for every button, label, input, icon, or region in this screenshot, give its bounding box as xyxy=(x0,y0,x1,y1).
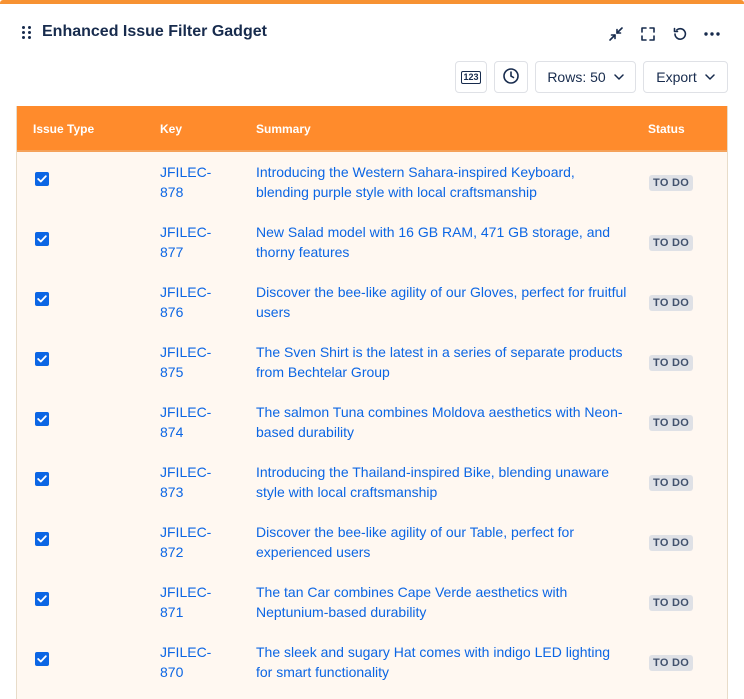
issue-key-link[interactable]: JFILEC-877 xyxy=(160,222,230,262)
chevron-down-icon xyxy=(704,74,715,80)
status-badge: TO DO xyxy=(649,655,694,671)
issue-key-link[interactable]: JFILEC-875 xyxy=(160,342,230,382)
issue-key-link[interactable]: JFILEC-874 xyxy=(160,402,230,442)
column-header-summary[interactable]: Summary xyxy=(256,122,311,136)
table-row: JFILEC-872 Discover the bee-like agility … xyxy=(17,512,727,572)
issue-type-checkbox-icon[interactable] xyxy=(35,472,49,486)
column-header-status[interactable]: Status xyxy=(648,122,685,136)
status-badge: TO DO xyxy=(649,475,694,491)
export-dropdown[interactable]: Export xyxy=(643,61,728,93)
issue-summary-link[interactable]: The sleek and sugary Hat comes with indi… xyxy=(256,642,628,682)
issue-summary-link[interactable]: The tan Car combines Cape Verde aestheti… xyxy=(256,582,628,622)
issue-key-link[interactable]: JFILEC-873 xyxy=(160,462,230,502)
issue-key-link[interactable]: JFILEC-870 xyxy=(160,642,230,682)
issue-summary-link[interactable]: Introducing the Western Sahara-inspired … xyxy=(256,162,628,202)
expand-fullscreen-icon[interactable] xyxy=(636,22,660,46)
table-row: JFILEC-877 New Salad model with 16 GB RAM… xyxy=(17,212,727,272)
collapse-icon[interactable] xyxy=(604,22,628,46)
issue-type-checkbox-icon[interactable] xyxy=(35,352,49,366)
issue-type-checkbox-icon[interactable] xyxy=(35,232,49,246)
issue-type-checkbox-icon[interactable] xyxy=(35,172,49,186)
issue-type-checkbox-icon[interactable] xyxy=(35,292,49,306)
history-button[interactable] xyxy=(494,61,528,93)
status-badge: TO DO xyxy=(649,175,694,191)
issue-key-link[interactable]: JFILEC-872 xyxy=(160,522,230,562)
status-badge: TO DO xyxy=(649,535,694,551)
table-row: JFILEC-875 The Sven Shirt is the latest i… xyxy=(17,332,727,392)
column-header-key[interactable]: Key xyxy=(160,122,182,136)
table-row: JFILEC-870 The sleek and sugary Hat comes… xyxy=(17,632,727,692)
rows-per-page-dropdown[interactable]: Rows: 50 xyxy=(535,61,636,93)
table-row: JFILEC-874 The salmon Tuna combines Moldo… xyxy=(17,392,727,452)
rows-per-page-label: Rows: 50 xyxy=(547,69,606,85)
issue-key-link[interactable]: JFILEC-876 xyxy=(160,282,230,322)
number-format-button[interactable]: 123 xyxy=(455,61,487,93)
issue-type-checkbox-icon[interactable] xyxy=(35,652,49,666)
issue-summary-link[interactable]: Discover the bee-like agility of our Tab… xyxy=(256,522,628,562)
gadget-title: Enhanced Issue Filter Gadget xyxy=(42,23,267,40)
status-badge: TO DO xyxy=(649,415,694,431)
issue-summary-link[interactable]: The Sven Shirt is the latest in a series… xyxy=(256,342,628,382)
table-row: JFILEC-876 Discover the bee-like agility … xyxy=(17,272,727,332)
issue-type-checkbox-icon[interactable] xyxy=(35,532,49,546)
clock-icon xyxy=(502,67,520,88)
more-options-icon[interactable] xyxy=(700,22,724,46)
table-header: Issue Type Key Summary Status xyxy=(17,106,727,152)
issue-key-link[interactable]: JFILEC-878 xyxy=(160,162,230,202)
issue-type-checkbox-icon[interactable] xyxy=(35,592,49,606)
status-badge: TO DO xyxy=(649,235,694,251)
refresh-icon[interactable] xyxy=(668,22,692,46)
issue-type-checkbox-icon[interactable] xyxy=(35,412,49,426)
issue-summary-link[interactable]: New Salad model with 16 GB RAM, 471 GB s… xyxy=(256,222,628,262)
status-badge: TO DO xyxy=(649,355,694,371)
issue-key-link[interactable]: JFILEC-871 xyxy=(160,582,230,622)
column-header-issue-type[interactable]: Issue Type xyxy=(33,122,94,136)
number-format-icon: 123 xyxy=(461,70,481,84)
table-row: JFILEC-878 Introducing the Western Sahara… xyxy=(17,152,727,212)
gadget-header: Enhanced Issue Filter Gadget xyxy=(0,4,744,62)
drag-handle-icon[interactable] xyxy=(22,26,32,40)
status-badge: TO DO xyxy=(649,595,694,611)
export-label: Export xyxy=(656,69,697,85)
table-row: JFILEC-873 Introducing the Thailand-inspi… xyxy=(17,452,727,512)
issue-summary-link[interactable]: The salmon Tuna combines Moldova aesthet… xyxy=(256,402,628,442)
status-badge: TO DO xyxy=(649,295,694,311)
table-row: JFILEC-871 The tan Car combines Cape Verd… xyxy=(17,572,727,632)
chevron-down-icon xyxy=(613,74,624,80)
issue-summary-link[interactable]: Introducing the Thailand-inspired Bike, … xyxy=(256,462,628,502)
issue-summary-link[interactable]: Discover the bee-like agility of our Glo… xyxy=(256,282,628,322)
issues-table: Issue Type Key Summary Status JFILEC-878… xyxy=(16,106,728,699)
